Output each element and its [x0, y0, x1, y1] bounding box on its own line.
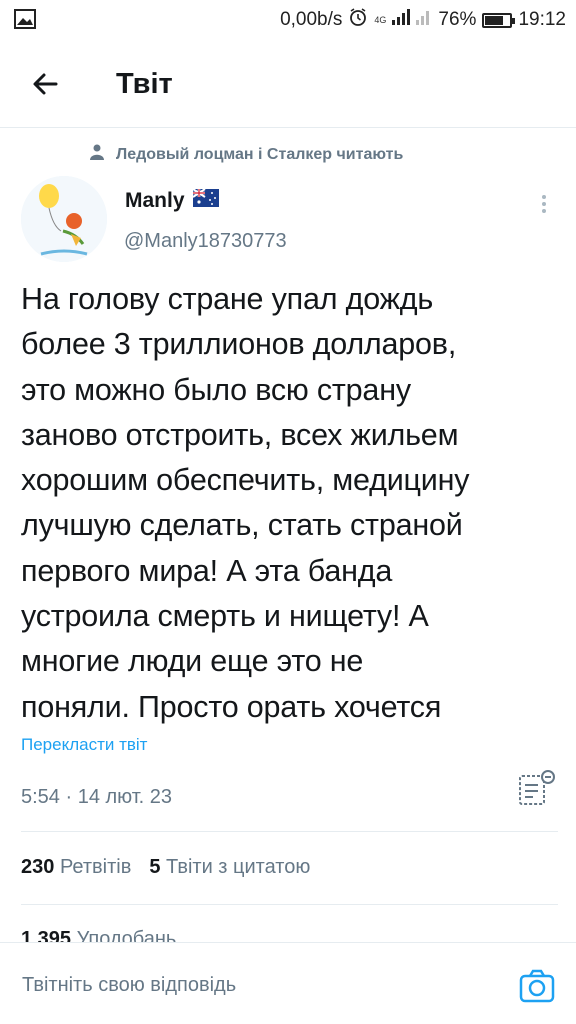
retweets-label: Ретвітів	[59, 856, 132, 878]
clock: 19:12	[518, 9, 566, 30]
engagement-stats: 230 Ретвітів 5 Твіти з цитатою	[21, 856, 310, 879]
likes-label: Уподобань	[76, 928, 177, 943]
reply-input[interactable]: Твітніть свою відповідь	[22, 974, 236, 997]
battery-icon	[482, 12, 516, 28]
social-context[interactable]: Ледовый лоцман і Сталкер читають	[90, 144, 403, 165]
person-icon	[90, 144, 104, 165]
more-options-icon[interactable]	[532, 190, 556, 220]
network-type: 4G	[374, 15, 387, 25]
social-context-text: Ледовый лоцман і Сталкер читають	[116, 145, 404, 163]
likes-stat[interactable]: 1 395 Уподобань	[21, 928, 176, 943]
retweets-count: 230	[21, 856, 55, 878]
translate-link[interactable]: Перекласти твіт	[21, 735, 147, 755]
likes-count: 1 395	[21, 928, 72, 943]
battery-fill	[485, 15, 504, 25]
status-bar: 0,00b/s 4G 76% 19:12	[0, 0, 576, 40]
analytics-icon[interactable]	[516, 768, 558, 808]
avatar[interactable]	[21, 176, 107, 262]
image-notification-icon	[14, 9, 36, 35]
divider	[21, 831, 558, 832]
alarm-icon	[348, 7, 368, 33]
divider	[21, 904, 558, 905]
australia-flag-icon	[191, 188, 219, 213]
tweet-timestamp: 5:54 · 14 лют. 23	[21, 786, 173, 808]
quotes-stat[interactable]: 5 Твіти з цитатою	[149, 856, 310, 879]
reply-bar: Твітніть свою відповідь	[0, 942, 576, 1024]
quotes-label: Твіти з цитатою	[166, 856, 311, 878]
author-display-name: Manly	[125, 189, 185, 212]
author-name[interactable]: Manly	[125, 188, 219, 213]
top-app-bar: Твіт	[0, 40, 576, 128]
tweet-text: На голову стране упал дождь более 3 трил…	[21, 282, 470, 724]
camera-icon[interactable]	[519, 969, 555, 1003]
author-handle[interactable]: @Manly18730773	[124, 230, 287, 253]
retweets-stat[interactable]: 230 Ретвітів	[21, 856, 131, 879]
signal-icon	[392, 8, 432, 32]
battery-percent: 76%	[438, 9, 477, 30]
arrow-left-icon[interactable]	[26, 64, 66, 104]
quotes-count: 5	[149, 856, 161, 878]
page-title: Твіт	[116, 68, 173, 100]
net-speed: 0,00b/s	[280, 9, 343, 30]
